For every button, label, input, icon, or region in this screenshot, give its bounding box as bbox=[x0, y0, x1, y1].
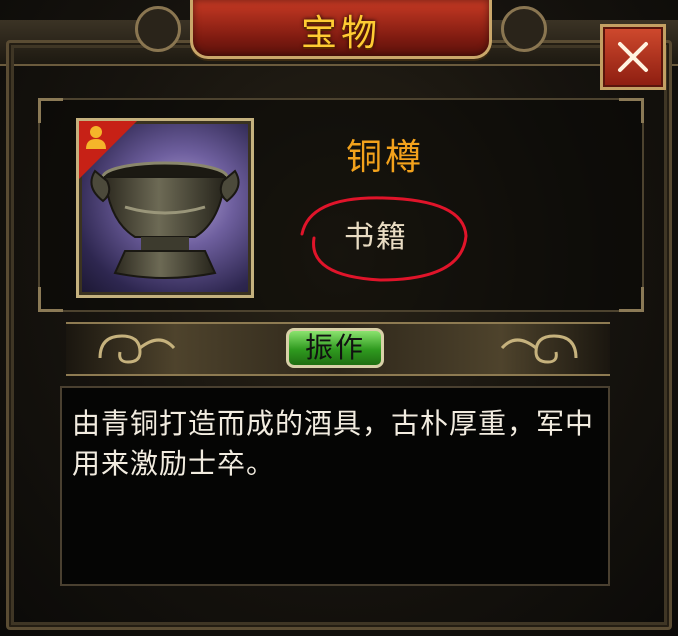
item-icon-frame[interactable] bbox=[76, 118, 254, 298]
cloud-ornament-icon bbox=[98, 334, 176, 364]
item-type: 书籍 bbox=[344, 220, 408, 255]
description-box: 由青铜打造而成的酒具，古朴厚重，军中用来激励士卒。 bbox=[60, 386, 610, 586]
title-banner: 宝物 bbox=[135, 0, 547, 59]
effect-tag-button[interactable]: 振作 bbox=[286, 328, 384, 368]
close-button[interactable] bbox=[600, 24, 666, 90]
person-icon bbox=[86, 126, 106, 149]
treasure-dialog: 宝物 铜樽 书籍 振作 由青铜打造而成的酒具，古朴厚重，军中用来激励士卒。 bbox=[0, 0, 678, 636]
item-description: 由青铜打造而成的酒具，古朴厚重，军中用来激励士卒。 bbox=[72, 407, 595, 480]
close-x-icon bbox=[618, 42, 648, 72]
dialog-title: 宝物 bbox=[300, 13, 381, 54]
item-name: 铜樽 bbox=[345, 137, 424, 178]
cloud-ornament-icon bbox=[500, 334, 578, 364]
